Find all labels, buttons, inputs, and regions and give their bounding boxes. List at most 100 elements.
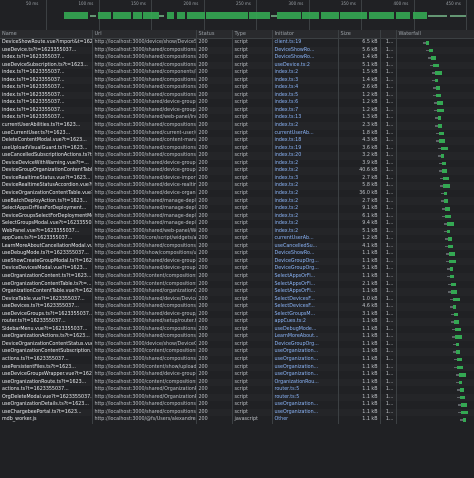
request-initiator[interactable]: SelectAppsOrFi... bbox=[272, 280, 339, 289]
request-name[interactable]: useOrganizationRoute.ts?t=1623... bbox=[0, 378, 93, 387]
table-row[interactable]: useOrganizationRoute.ts?t=1623... http://… bbox=[0, 378, 474, 387]
column-header-url[interactable]: Url bbox=[92, 30, 197, 39]
request-name[interactable]: DeleteContentModal.vue?t=1623... bbox=[0, 137, 93, 145]
request-initiator[interactable]: client.ts:19 bbox=[272, 38, 339, 47]
table-row[interactable]: useOrganizationDetails.ts?t=1623... http:… bbox=[0, 401, 474, 409]
request-name[interactable]: useDeviceSubscription.ts?t=1623... bbox=[0, 61, 93, 70]
request-initiator[interactable]: index.ts:19 bbox=[272, 144, 339, 153]
request-initiator[interactable]: index.ts:7 bbox=[272, 106, 339, 115]
table-row[interactable]: DeviceOrganizationContentStatus.vue... ht… bbox=[0, 340, 474, 349]
request-initiator[interactable]: index.ts:18 bbox=[272, 137, 339, 145]
table-row[interactable]: useOrganizationContentSubscription.ts...… bbox=[0, 348, 474, 356]
table-row[interactable]: useCurrentUser.ts?t=1623... http://localh… bbox=[0, 129, 474, 138]
table-row[interactable]: useUploadVisualGuard.ts?t=1623... http://… bbox=[0, 144, 474, 153]
table-row[interactable]: actions.ts?t=1623355037... http://localho… bbox=[0, 355, 474, 364]
table-row[interactable]: useOrganizationActions.ts?t=1623... http:… bbox=[0, 333, 474, 341]
timeline-overview[interactable]: 50 ms 100 ms 150 ms 200 ms 250 ms 300 ms 350 m… bbox=[0, 0, 474, 31]
table-row[interactable]: useDebugMode.ts?t=1623355037... http://lo… bbox=[0, 250, 474, 258]
column-header-waterfall[interactable]: Waterfall bbox=[396, 30, 474, 39]
request-initiator[interactable]: DeviceGroupOrg... bbox=[272, 340, 339, 349]
request-initiator[interactable]: index.ts:5 bbox=[272, 91, 339, 100]
table-row[interactable]: SelectGroupsModal.vue?t=1623355037...htt… bbox=[0, 220, 474, 228]
request-name[interactable]: actions.ts?t=1623355037... bbox=[0, 355, 93, 364]
table-row[interactable]: useShowCreateGroupModal.ts?t=1623... http… bbox=[0, 257, 474, 266]
table-row[interactable]: index.ts?t=1623355037... http://localhost… bbox=[0, 84, 474, 92]
table-row[interactable]: useDevice.ts?t=1623355037... http://local… bbox=[0, 46, 474, 55]
table-row[interactable]: index.ts?t=1623355037... http://localhost… bbox=[0, 91, 474, 100]
request-name[interactable]: index.ts?t=1623355037... bbox=[0, 91, 93, 100]
request-initiator[interactable]: SelectDevicesF... bbox=[272, 295, 339, 304]
request-name[interactable]: useShowCreateGroupModal.ts?t=1623... bbox=[0, 257, 93, 266]
request-initiator[interactable]: OrganizationRou... bbox=[272, 378, 339, 387]
table-row[interactable]: useDeviceSubscription.ts?t=1623... http:/… bbox=[0, 61, 474, 70]
request-name[interactable]: appCues.ts?t=1623355037... bbox=[0, 235, 93, 243]
table-row[interactable]: index.ts?t=1623355037... http://localhost… bbox=[0, 76, 474, 85]
request-name[interactable]: useOrganizationContentSubscription.ts... bbox=[0, 348, 93, 356]
request-name[interactable]: SidebarMenu.vue?t=1623355037... bbox=[0, 325, 93, 334]
request-name[interactable]: usePersistentFiles.ts?t=1623... bbox=[0, 363, 93, 372]
request-initiator[interactable]: DeviceGroupOrg... bbox=[272, 257, 339, 266]
table-row[interactable]: SelectAppsOrFilesForDeployment... http://… bbox=[0, 205, 474, 213]
request-name[interactable]: useOrganizationContentTable.ts?t=... bbox=[0, 280, 93, 289]
request-initiator[interactable]: SelectAppsOrFi... bbox=[272, 272, 339, 281]
request-name[interactable]: DeviceOrganizationContentStatus.vue... bbox=[0, 340, 93, 349]
request-name[interactable]: index.ts?t=1623355037... bbox=[0, 106, 93, 115]
table-row[interactable]: usePersistentFiles.ts?t=1623... http://lo… bbox=[0, 363, 474, 372]
request-name[interactable]: DeviceGroupOrganizationContentTable... bbox=[0, 167, 93, 175]
request-initiator[interactable]: index.ts:13 bbox=[272, 114, 339, 123]
table-row[interactable]: OrgDeleteModal.vue?t=1623355037... http:/… bbox=[0, 393, 474, 402]
table-row[interactable]: DeviceOrganizationContentTable.vue?t... h… bbox=[0, 189, 474, 198]
request-name[interactable]: useDevices.ts?t=1623355037... bbox=[0, 303, 93, 311]
table-row[interactable]: useCancelledSubscriptionActions.ts?t... h… bbox=[0, 152, 474, 160]
request-initiator[interactable]: DeviceGroupOrg... bbox=[272, 265, 339, 273]
column-header-name[interactable]: Name bbox=[0, 30, 93, 39]
request-initiator[interactable]: index.ts:2 bbox=[272, 122, 339, 130]
column-header-status[interactable]: Status bbox=[196, 30, 233, 39]
table-row[interactable]: DeviceDevicesModal.vue?t=1623... http://l… bbox=[0, 265, 474, 273]
table-row[interactable]: useDeviceGroups.ts?t=1623355037... http:/… bbox=[0, 310, 474, 319]
request-name[interactable]: useOrganizationDetails.ts?t=1623... bbox=[0, 401, 93, 409]
request-initiator[interactable]: index.ts:3 bbox=[272, 76, 339, 85]
table-row[interactable]: WebPanel.vue?t=1623355037... http://local… bbox=[0, 227, 474, 236]
request-name[interactable]: useChargebeePortal.ts?t=1623... bbox=[0, 408, 93, 417]
table-row[interactable]: LearnMoreAboutCancellationModal.vue... ht… bbox=[0, 242, 474, 251]
request-name[interactable]: useDebugMode.ts?t=1623355037... bbox=[0, 250, 93, 258]
request-initiator[interactable]: appCues.ts:2 bbox=[272, 318, 339, 326]
request-name[interactable]: DeviceRealtimeStatus.vue?t=1623... bbox=[0, 174, 93, 183]
request-initiator[interactable]: LearnMoreAbout... bbox=[272, 333, 339, 341]
request-name[interactable]: router.ts?t=1623355037... bbox=[0, 318, 93, 326]
request-initiator[interactable]: index.ts:2 bbox=[272, 205, 339, 213]
request-initiator[interactable]: index.ts:3 bbox=[272, 174, 339, 183]
table-row[interactable]: useBatchDeployAction.ts?t=1623... http://… bbox=[0, 197, 474, 206]
request-initiator[interactable]: index.ts:2 bbox=[272, 189, 339, 198]
table-row[interactable]: OrganizationContentTable.vue?t=1623... ht… bbox=[0, 288, 474, 296]
request-initiator[interactable]: useOrganization... bbox=[272, 348, 339, 356]
column-header-size[interactable]: Size bbox=[338, 30, 381, 39]
table-row[interactable]: DeleteContentModal.vue?t=1623... http://l… bbox=[0, 137, 474, 145]
request-initiator[interactable]: SelectDevicesF... bbox=[272, 303, 339, 311]
column-header-time[interactable] bbox=[380, 30, 397, 39]
request-initiator[interactable]: useOrganization... bbox=[272, 408, 339, 417]
request-name[interactable]: DeviceTable.vue?t=1623355037... bbox=[0, 295, 93, 304]
request-initiator[interactable]: index.ts:2 bbox=[272, 69, 339, 77]
request-name[interactable]: useOrganizationContent.ts?t=1623... bbox=[0, 272, 93, 281]
table-row[interactable]: useOrganizationContentTable.ts?t=... http… bbox=[0, 280, 474, 289]
table-row[interactable]: DeviceTable.vue?t=1623355037... http://lo… bbox=[0, 295, 474, 304]
request-initiator[interactable]: index.ts:2 bbox=[272, 220, 339, 228]
request-initiator[interactable]: useOrganization... bbox=[272, 401, 339, 409]
request-name[interactable]: index.ts?t=1623355037... bbox=[0, 99, 93, 107]
request-name[interactable]: DeviceOrganizationContentTable.vue?t... bbox=[0, 189, 93, 198]
table-row[interactable]: index.ts?t=1623355037... http://localhost… bbox=[0, 69, 474, 77]
table-row[interactable]: useDeviceGroupsWrapper.vue?t=1623... http… bbox=[0, 371, 474, 379]
request-initiator[interactable]: currentUserAb... bbox=[272, 129, 339, 138]
column-header-initiator[interactable]: Initiator bbox=[272, 30, 339, 39]
request-initiator[interactable]: index.ts:2 bbox=[272, 212, 339, 221]
request-name[interactable]: index.ts?t=1623355037... bbox=[0, 84, 93, 92]
request-initiator[interactable]: DeviceShowRo... bbox=[272, 250, 339, 258]
request-name[interactable]: DeviceShowRoute.vue?import&t=1623... bbox=[0, 38, 93, 47]
request-initiator[interactable]: router.ts:5 bbox=[272, 386, 339, 394]
request-initiator[interactable]: SelectGroupsM... bbox=[272, 310, 339, 319]
request-initiator[interactable]: currentUserAb... bbox=[272, 235, 339, 243]
table-row[interactable]: DeviceGroupsSelectForDeploymentModal...h… bbox=[0, 212, 474, 221]
table-row[interactable]: mdb_worker.js http://localhost:3000/@fs/U… bbox=[0, 416, 474, 424]
